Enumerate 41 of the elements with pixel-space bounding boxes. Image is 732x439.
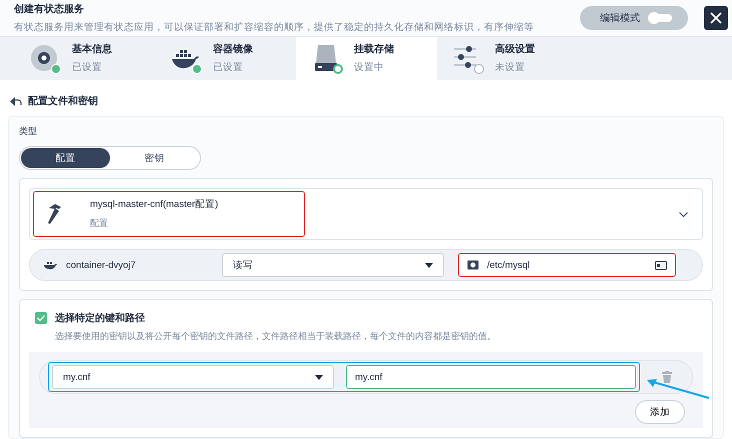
key-select[interactable]: my.cnf bbox=[52, 365, 334, 389]
step-tab[interactable]: 高级设置 未设置 bbox=[437, 36, 578, 80]
path-input[interactable]: my.cnf bbox=[346, 365, 636, 389]
step-status: 未设置 bbox=[495, 61, 526, 74]
keys-description: 选择要使用的密钥以及将公开每个密钥的文件路径，文件路径相当于装载路径，每个文件的内容都是密钥的值。 bbox=[54, 330, 497, 343]
step-status: 设置中 bbox=[354, 61, 385, 74]
page-description: 有状态服务用来管理有状态应用，可以保证部署和扩容缩容的顺序，提供了稳定的持久化存储和网络标识，有序伸缩等 bbox=[14, 20, 535, 34]
keys-title: 选择特定的键和路径 bbox=[55, 311, 145, 325]
step-status: 已设置 bbox=[213, 61, 244, 74]
disc-icon bbox=[30, 44, 58, 72]
step-tab[interactable]: 基本信息 已设置 bbox=[14, 36, 155, 80]
step-label: 高级设置 bbox=[495, 42, 535, 56]
type-label: 类型 bbox=[19, 125, 38, 138]
mount-path-field[interactable]: /etc/mysql bbox=[458, 253, 676, 277]
config-name: mysql-master-cnf(master配置) bbox=[90, 198, 220, 211]
section-title: 配置文件和密钥 bbox=[28, 94, 98, 108]
terminal-icon bbox=[655, 260, 667, 270]
step-label: 挂载存储 bbox=[354, 42, 394, 56]
type-option[interactable]: 配置 bbox=[21, 148, 110, 168]
config-kind: 配置 bbox=[90, 217, 109, 230]
drive-icon bbox=[312, 44, 340, 72]
checkbox[interactable] bbox=[35, 312, 47, 324]
add-button[interactable]: 添加 bbox=[635, 400, 685, 424]
edit-mode-toggle[interactable]: 编辑模式 bbox=[580, 6, 688, 30]
type-option[interactable]: 密钥 bbox=[110, 148, 199, 168]
config-select[interactable]: mysql-master-cnf(master配置) 配置 bbox=[29, 188, 703, 240]
close-icon[interactable] bbox=[704, 6, 728, 30]
container-name: container-dvyoj7 bbox=[66, 260, 137, 270]
step-label: 容器镜像 bbox=[213, 42, 253, 56]
chevron-down-icon bbox=[679, 212, 688, 216]
whale-icon bbox=[44, 260, 58, 270]
dropdown-caret-icon bbox=[315, 374, 323, 380]
access-mode-select[interactable]: 读写 bbox=[222, 253, 444, 277]
annotation-arrow bbox=[645, 378, 711, 400]
back-icon[interactable] bbox=[10, 96, 22, 106]
step-status: 已设置 bbox=[72, 61, 103, 74]
step-label: 基本信息 bbox=[72, 42, 112, 56]
dropdown-caret-icon bbox=[425, 262, 433, 268]
step-tab[interactable]: 容器镜像 已设置 bbox=[155, 36, 296, 80]
step-tab[interactable]: 挂载存储 设置中 bbox=[296, 36, 437, 80]
page-title: 创建有状态服务 bbox=[14, 2, 85, 16]
